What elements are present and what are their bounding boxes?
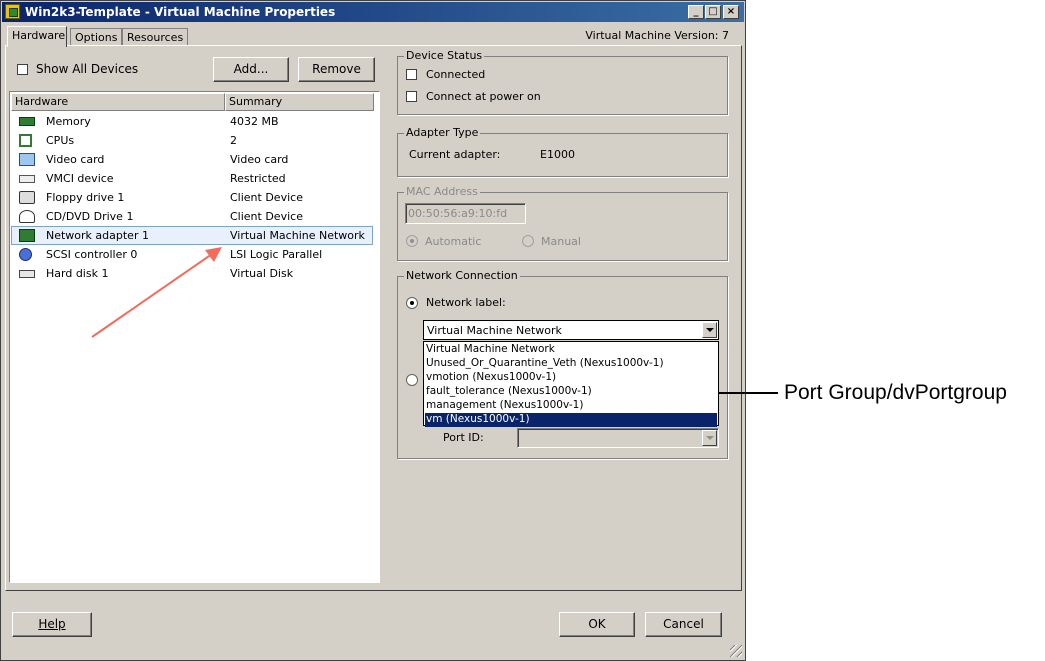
tab-hardware[interactable]: Hardware bbox=[7, 26, 67, 47]
list-item[interactable]: Virtual Machine Network bbox=[425, 343, 717, 357]
list-item-highlighted[interactable]: vm (Nexus1000v-1) bbox=[425, 413, 717, 427]
annotation-arrow bbox=[91, 247, 222, 338]
list-item[interactable]: management (Nexus1000v-1) bbox=[425, 399, 717, 413]
list-item[interactable]: vmotion (Nexus1000v-1) bbox=[425, 371, 717, 385]
annotation-arrow-line bbox=[91, 253, 213, 338]
list-item[interactable]: fault_tolerance (Nexus1000v-1) bbox=[425, 385, 717, 399]
list-item[interactable]: Unused_Or_Quarantine_Veth (Nexus1000v-1) bbox=[425, 357, 717, 371]
callout-label: Port Group/dvPortgroup bbox=[784, 381, 1007, 404]
annotation-arrowhead bbox=[205, 247, 222, 262]
network-label-options-list: Virtual Machine Network Unused_Or_Quaran… bbox=[423, 341, 719, 427]
